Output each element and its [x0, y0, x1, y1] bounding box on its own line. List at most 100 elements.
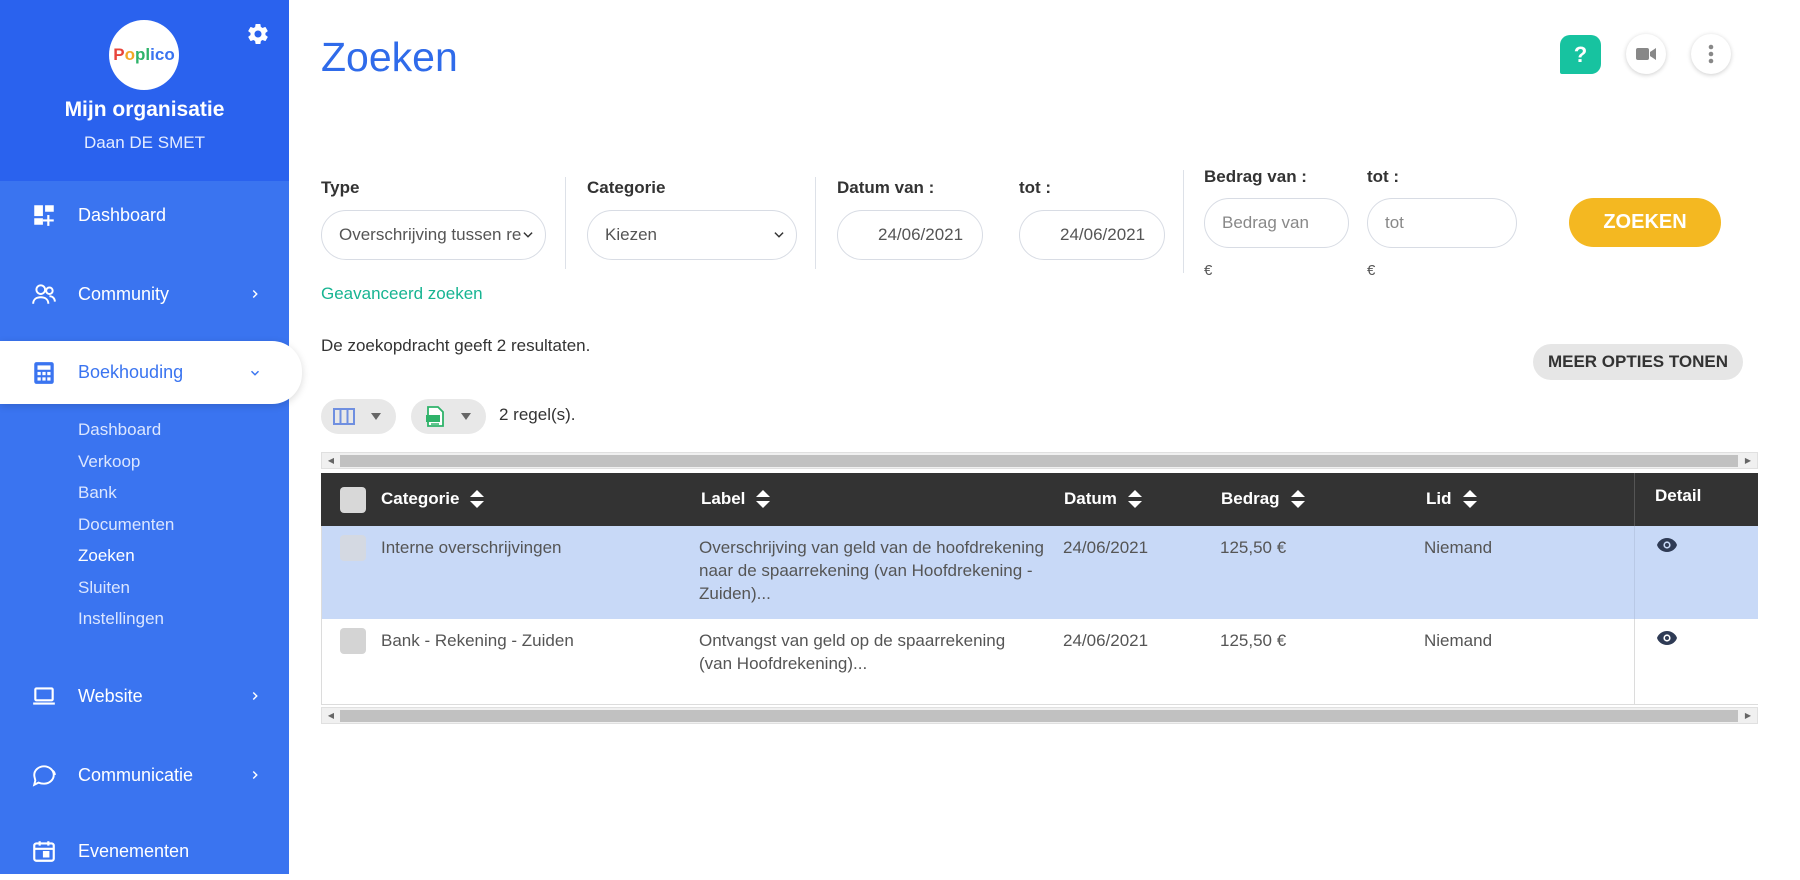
table-row[interactable]: Bank - Rekening - Zuiden Ontvangst van g… [321, 619, 1758, 705]
spreadsheet-export-icon [426, 406, 444, 427]
datum-tot-label: tot : [1019, 178, 1052, 197]
sort-icon [470, 490, 485, 508]
subnav-item-sluiten[interactable]: Sluiten [78, 572, 174, 604]
scroll-right-arrow[interactable]: ▶ [1743, 711, 1753, 721]
horizontal-scrollbar-bottom[interactable]: ◀ ▶ [321, 707, 1758, 724]
subnav-item-bank[interactable]: Bank [78, 477, 174, 509]
cell-detail [1634, 619, 1758, 705]
calendar-icon [33, 841, 55, 862]
datum-van-label: Datum van : [837, 178, 935, 197]
horizontal-scrollbar-top[interactable]: ◀ ▶ [321, 452, 1758, 469]
nav-label: Dashboard [78, 204, 167, 225]
advanced-search-link[interactable]: Geavanceerd zoeken [321, 284, 483, 304]
row-checkbox[interactable] [340, 628, 366, 654]
type-select-value: Overschrijving tussen re [339, 225, 522, 244]
settings-gear-icon[interactable] [246, 22, 270, 46]
bedrag-tot-label: tot : [1367, 167, 1400, 186]
chevron-down-icon [774, 232, 784, 238]
poplico-logo[interactable]: Po pl ico [109, 20, 179, 90]
sort-icon [1462, 490, 1477, 508]
row-checkbox[interactable] [340, 535, 366, 561]
scrollbar-thumb[interactable] [340, 710, 1738, 722]
sort-icon [756, 490, 771, 508]
categorie-select-value: Kiezen [605, 225, 657, 244]
datum-tot-input[interactable]: 24/06/2021 [1019, 210, 1165, 260]
datum-van-input[interactable]: 24/06/2021 [837, 210, 983, 260]
table-row[interactable]: Interne overschrijvingen Overschrijving … [321, 526, 1758, 619]
chevron-right-icon [252, 289, 258, 299]
nav-label: Boekhouding [78, 362, 184, 382]
columns-dropdown[interactable] [321, 399, 396, 434]
cell-datum: 24/06/2021 [1063, 538, 1149, 557]
table-left-border [321, 526, 322, 705]
datum-tot-value: 24/06/2021 [1060, 225, 1146, 244]
help-button[interactable]: ? [1560, 35, 1601, 74]
bedrag-tot-currency: € [1367, 262, 1376, 279]
filter-divider [815, 177, 816, 269]
nav-label: Communicatie [78, 764, 194, 785]
user-name: Daan DE SMET [84, 133, 205, 152]
cell-bedrag: 125,50 € [1220, 631, 1287, 650]
column-header-bedrag[interactable]: Bedrag [1221, 489, 1306, 509]
nav-item-dashboard[interactable]: Dashboard [0, 186, 289, 244]
column-header-label[interactable]: Label [701, 489, 771, 509]
eye-icon[interactable] [1656, 537, 1678, 553]
bedrag-tot-input[interactable]: tot [1367, 198, 1517, 248]
column-header-lid[interactable]: Lid [1426, 489, 1478, 509]
cell-bedrag: 125,50 € [1220, 538, 1287, 557]
subnav-item-dashboard[interactable]: Dashboard [78, 414, 174, 446]
table-header: Categorie Label Datum Bedrag Lid Detail [321, 473, 1758, 526]
cell-label: Overschrijving van geld van de hoofdreke… [699, 538, 1044, 603]
nav-item-boekhouding[interactable]: Boekhouding [0, 341, 302, 404]
categorie-label: Categorie [587, 178, 666, 197]
community-icon [32, 284, 56, 304]
sort-icon [1290, 490, 1305, 508]
subnav-item-instellingen[interactable]: Instellingen [78, 603, 174, 635]
more-options-toggle[interactable]: MEER OPTIES TONEN [1533, 344, 1743, 380]
cell-categorie: Bank - Rekening - Zuiden [381, 631, 574, 650]
cell-lid: Niemand [1424, 538, 1493, 557]
export-dropdown[interactable] [411, 399, 486, 434]
type-select[interactable]: Overschrijving tussen re [321, 210, 546, 260]
nav-item-evenementen[interactable]: Evenementen [0, 822, 289, 880]
caret-down-icon [371, 413, 381, 420]
subnav-item-verkoop[interactable]: Verkoop [78, 446, 174, 478]
scroll-left-arrow[interactable]: ◀ [326, 456, 336, 466]
bedrag-van-currency: € [1204, 262, 1213, 279]
scroll-left-arrow[interactable]: ◀ [326, 711, 336, 721]
scrollbar-thumb[interactable] [340, 455, 1738, 467]
more-options-button[interactable] [1691, 34, 1731, 74]
dashboard-icon [34, 205, 54, 226]
bedrag-van-input[interactable]: Bedrag van [1204, 198, 1349, 248]
help-icon: ? [1573, 41, 1588, 67]
categorie-select[interactable]: Kiezen [587, 210, 797, 260]
laptop-icon [33, 687, 55, 705]
subnav-item-zoeken[interactable]: Zoeken [78, 540, 174, 572]
nav-item-community[interactable]: Community [0, 265, 289, 323]
nav-item-website[interactable]: Website [0, 667, 289, 725]
nav-item-communicatie[interactable]: Communicatie [0, 746, 289, 804]
result-summary: De zoekopdracht geeft 2 resultaten. [321, 336, 591, 355]
cell-detail [1634, 526, 1758, 619]
boekhouding-subnav: Dashboard Verkoop Bank Documenten Zoeken… [78, 414, 174, 635]
subnav-item-documenten[interactable]: Documenten [78, 509, 174, 541]
organisation-name: Mijn organisatie [64, 98, 225, 121]
search-button[interactable]: ZOEKEN [1569, 198, 1721, 247]
chevron-down-icon [523, 232, 533, 238]
type-label: Type [321, 178, 360, 197]
cell-categorie: Interne overschrijvingen [381, 538, 562, 557]
column-header-categorie[interactable]: Categorie [381, 489, 485, 509]
video-camera-icon [1636, 48, 1656, 60]
nav-label: Website [78, 685, 143, 706]
video-button[interactable] [1626, 34, 1666, 74]
chat-icon [32, 765, 56, 787]
chevron-down-icon [250, 370, 260, 376]
columns-icon [333, 408, 355, 425]
eye-icon[interactable] [1656, 630, 1678, 646]
select-all-checkbox[interactable] [340, 487, 366, 513]
column-header-detail: Detail [1634, 473, 1758, 526]
scroll-right-arrow[interactable]: ▶ [1743, 456, 1753, 466]
chevron-right-icon [252, 770, 258, 780]
nav-label: Community [78, 283, 170, 304]
column-header-datum[interactable]: Datum [1064, 489, 1143, 509]
